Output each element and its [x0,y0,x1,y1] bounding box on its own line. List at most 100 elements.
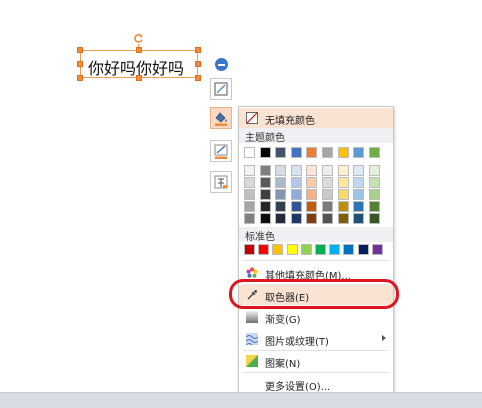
theme-shade-swatch[interactable] [322,213,333,224]
theme-shade-swatch[interactable] [322,189,333,200]
resize-handle-bottom-left[interactable] [77,75,83,81]
theme-shade-swatch[interactable] [368,177,380,188]
theme-color-swatch[interactable] [259,147,271,158]
theme-color-swatch[interactable] [306,147,318,158]
standard-color-swatch[interactable] [300,244,312,255]
standard-colors-header: 标准色 [239,227,393,243]
theme-shade-swatch[interactable] [368,201,380,212]
theme-shade-swatch[interactable] [275,177,287,188]
standard-color-swatch[interactable] [244,244,255,255]
collapse-toolbar-button[interactable] [215,58,228,71]
standard-color-swatch[interactable] [286,244,298,255]
texture-icon [246,333,258,345]
theme-shade-swatch[interactable] [368,165,380,176]
theme-color-swatch[interactable] [275,147,287,158]
theme-color-swatch[interactable] [322,147,333,158]
standard-colors-label: 标准色 [245,232,275,243]
theme-color-swatch[interactable] [244,147,255,158]
theme-shade-swatch[interactable] [244,201,255,212]
theme-shade-swatch[interactable] [337,201,349,212]
resize-handle-bottom-right[interactable] [195,75,201,81]
menu-separator [243,372,389,373]
theme-shade-swatch[interactable] [322,165,333,176]
rotate-icon[interactable] [133,33,144,44]
theme-shade-swatch[interactable] [259,189,271,200]
theme-shade-swatch[interactable] [290,165,302,176]
theme-shade-swatch[interactable] [337,213,349,224]
paint-bucket-icon [215,112,227,126]
theme-shade-swatch[interactable] [337,189,349,200]
menu-item-no-fill[interactable]: 无填充颜色 [239,108,393,128]
fill-button[interactable] [210,107,232,129]
theme-shade-swatch[interactable] [244,213,255,224]
resize-handle-right[interactable] [195,61,201,67]
standard-color-swatch[interactable] [258,244,270,255]
theme-shade-swatch[interactable] [322,201,333,212]
theme-shade-swatch[interactable] [290,213,302,224]
shape-style-button[interactable] [210,78,232,100]
menu-item-pattern[interactable]: 图案(N) [239,351,393,371]
highlight-annotation-oval [229,279,399,309]
pattern-icon [246,355,258,367]
theme-shade-swatch[interactable] [275,189,287,200]
resize-handle-left[interactable] [77,61,83,67]
standard-color-swatch[interactable] [329,244,341,255]
theme-shade-swatch[interactable] [259,201,271,212]
theme-shade-swatch[interactable] [368,213,380,224]
theme-shade-swatch[interactable] [290,189,302,200]
pen-outline-icon [214,144,228,159]
theme-colors-header: 主题颜色 [239,128,393,144]
submenu-arrow-icon [382,335,386,341]
standard-color-swatch[interactable] [272,244,284,255]
theme-shade-swatch[interactable] [353,165,365,176]
standard-color-swatch[interactable] [315,244,326,255]
resize-handle-top-right[interactable] [195,47,201,53]
theme-shade-swatch[interactable] [353,177,365,188]
theme-shade-swatch[interactable] [306,165,318,176]
theme-shade-swatch[interactable] [244,177,255,188]
text-box[interactable]: 你好吗你好吗 [80,50,198,78]
theme-color-swatch[interactable] [368,147,380,158]
resize-handle-bottom[interactable] [136,75,142,81]
theme-shade-swatch[interactable] [353,213,365,224]
resize-handle-top-left[interactable] [77,47,83,53]
theme-color-swatch[interactable] [290,147,302,158]
theme-shade-swatch[interactable] [337,177,349,188]
theme-shade-swatch[interactable] [259,213,271,224]
standard-color-swatch[interactable] [371,244,383,255]
no-fill-icon [246,112,258,124]
standard-color-swatch[interactable] [357,244,369,255]
theme-shade-swatch[interactable] [259,177,271,188]
menu-item-picture-texture[interactable]: 图片或纹理(T) [239,329,393,349]
outline-button[interactable] [210,140,232,162]
theme-shade-swatch[interactable] [306,189,318,200]
shape-style-icon [214,82,228,96]
theme-color-swatch[interactable] [337,147,349,158]
standard-color-swatch[interactable] [343,244,355,255]
theme-shade-swatch[interactable] [275,213,287,224]
theme-shade-swatch[interactable] [306,201,318,212]
theme-color-swatch[interactable] [353,147,365,158]
no-fill-label: 无填充颜色 [265,116,315,127]
menu-item-gradient[interactable]: 渐变(G) [239,307,393,327]
theme-shade-swatch[interactable] [275,165,287,176]
theme-shade-swatch[interactable] [290,201,302,212]
gradient-label: 渐变(G) [265,315,301,326]
theme-shade-swatch[interactable] [337,165,349,176]
menu-item-more-settings[interactable]: 更多设置(O)... [239,374,393,394]
resize-handle-top[interactable] [136,47,142,53]
gradient-icon [246,311,258,323]
theme-shade-swatch[interactable] [353,201,365,212]
theme-shade-swatch[interactable] [306,213,318,224]
theme-shade-swatch[interactable] [353,189,365,200]
theme-shade-swatch[interactable] [290,177,302,188]
theme-shade-swatch[interactable] [244,165,255,176]
theme-shade-swatch[interactable] [275,201,287,212]
theme-shade-swatch[interactable] [259,165,271,176]
theme-shade-swatch[interactable] [306,177,318,188]
theme-colors-label: 主题颜色 [245,133,285,144]
theme-shade-swatch[interactable] [322,177,333,188]
theme-shade-swatch[interactable] [244,189,255,200]
text-fill-button[interactable] [210,171,232,193]
theme-shade-swatch[interactable] [368,189,380,200]
